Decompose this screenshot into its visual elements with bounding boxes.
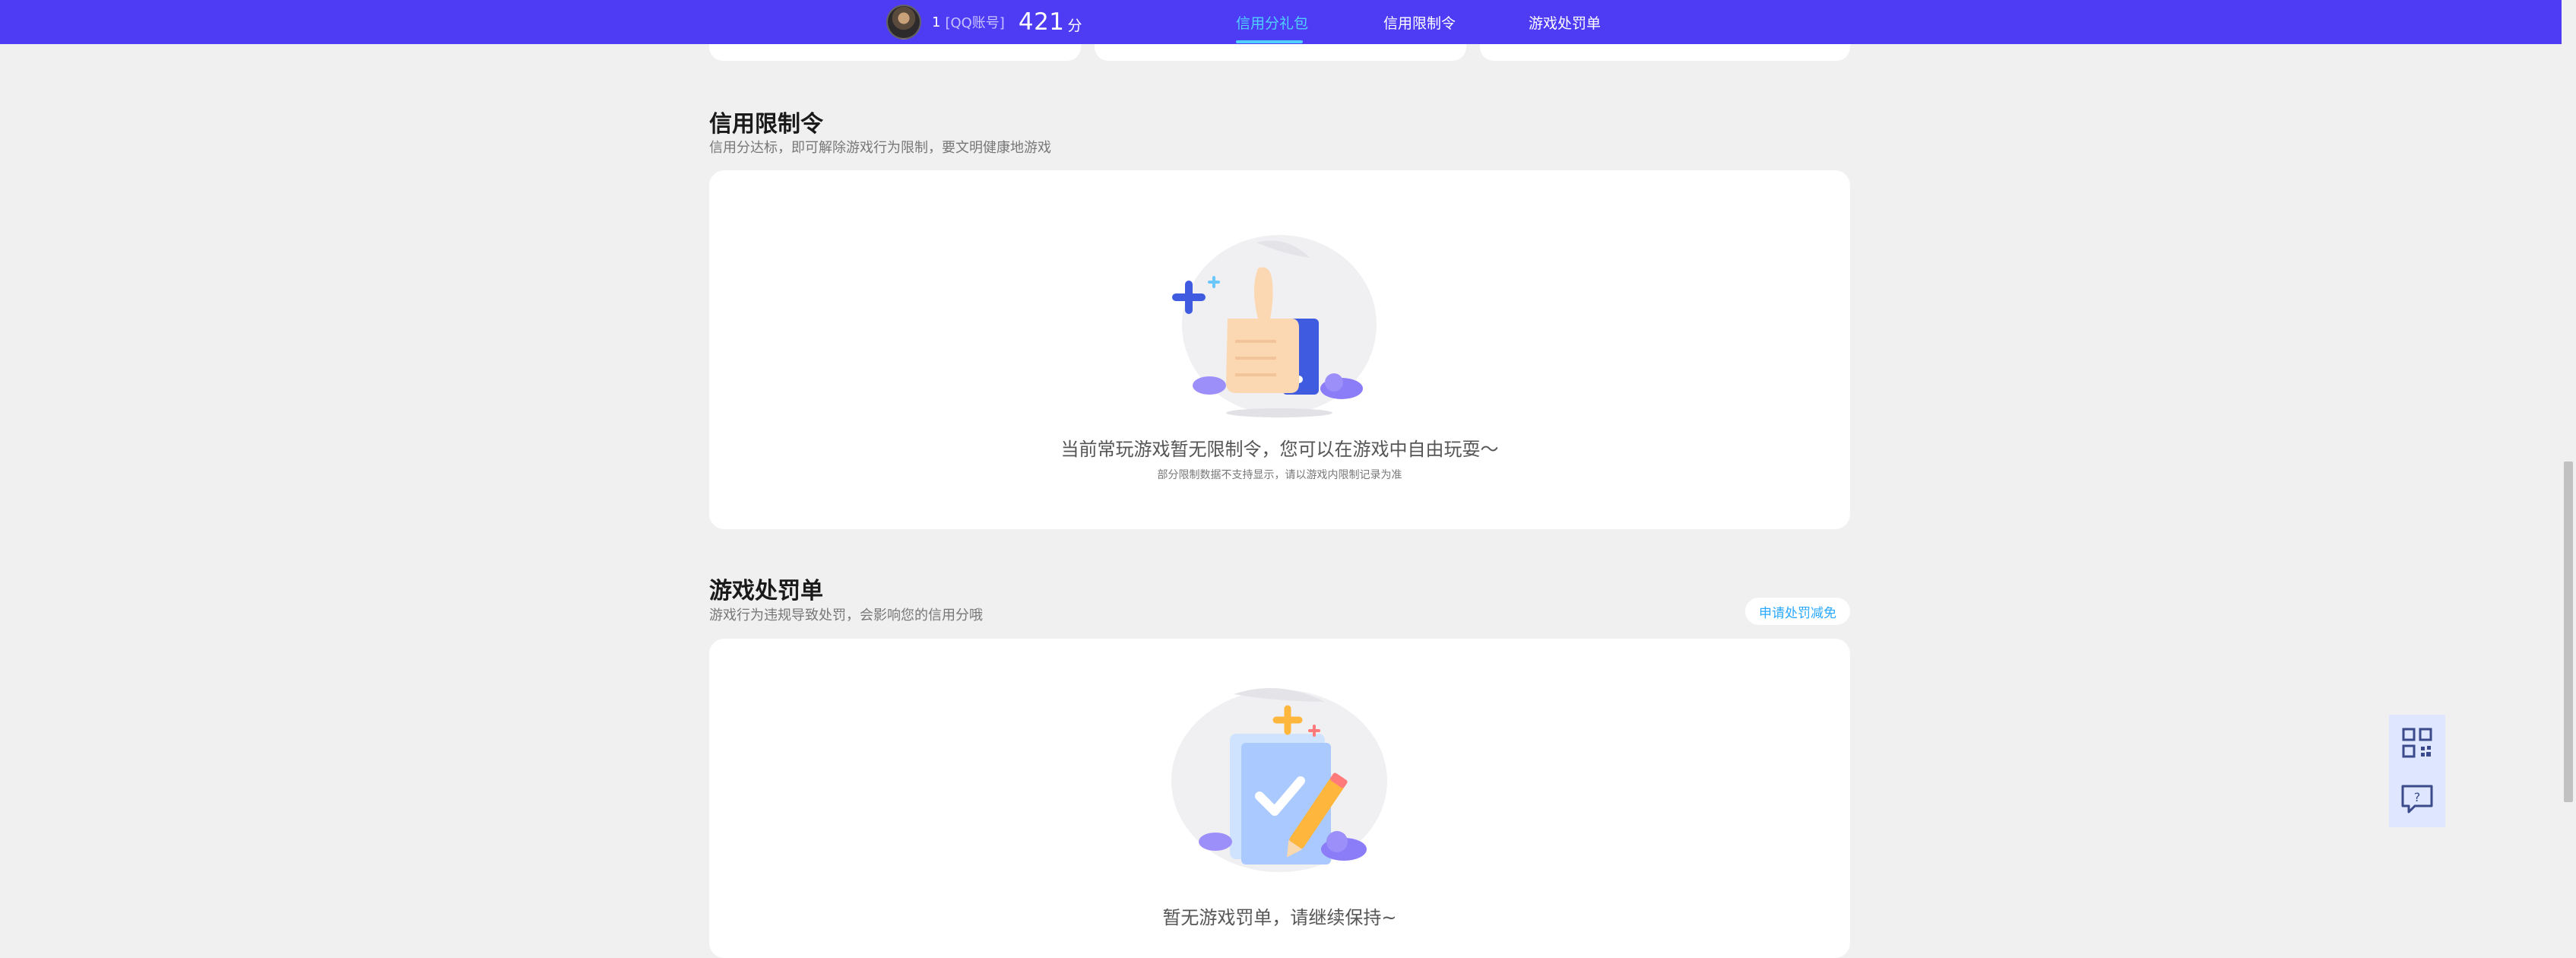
top-nav-bar: 1 [QQ账号] 421 分 信用分礼包 信用限制令 游戏处罚单 [0,0,2562,44]
avatar[interactable] [886,5,921,40]
restriction-title: 信用限制令 [709,111,823,138]
credit-score-unit: 分 [1067,17,1082,34]
restriction-panel: 当前常玩游戏暂无限制令，您可以在游戏中自由玩耍～ 部分限制数据不支持显示，请以游… [709,170,1850,529]
scrollbar-thumb[interactable] [2564,462,2573,802]
qr-code-icon [2402,728,2432,758]
user-info: 1 [QQ账号] 421 分 [886,4,1082,40]
thumbs-up-illustration [1172,235,1377,417]
qr-code-button[interactable] [2389,715,2445,771]
tab-credit-gift[interactable]: 信用分礼包 [1236,12,1308,33]
tab-credit-restriction[interactable]: 信用限制令 [1383,12,1456,33]
restriction-empty-message: 当前常玩游戏暂无限制令，您可以在游戏中自由玩耍～ [1060,439,1499,460]
user-id: 1 [932,14,941,30]
penalty-desc: 游戏行为违规导致处罚，会影响您的信用分哦 [709,607,983,623]
restriction-empty-note: 部分限制数据不支持显示，请以游戏内限制记录为准 [1157,469,1402,481]
credit-score: 421 [1018,8,1065,36]
gift-card-3[interactable] [1480,44,1850,61]
apply-penalty-reduction-button[interactable]: 申请处罚减免 [1745,598,1850,625]
penalty-empty-message: 暂无游戏罚单，请继续保持~ [1162,907,1397,928]
tab-game-penalty[interactable]: 游戏处罚单 [1529,12,1601,33]
active-tab-indicator [1236,40,1303,43]
svg-text:?: ? [2414,790,2421,804]
account-tag: [QQ账号] [945,15,1005,31]
restriction-desc: 信用分达标，即可解除游戏行为限制，要文明健康地游戏 [709,140,1051,156]
penalty-title: 游戏处罚单 [709,578,823,604]
help-button[interactable]: ? [2389,771,2445,827]
gift-card-1[interactable] [709,44,1081,61]
clipboard-check-illustration [1171,688,1387,872]
help-chat-icon: ? [2401,785,2433,814]
gift-card-2[interactable] [1095,44,1466,61]
penalty-panel: 暂无游戏罚单，请继续保持~ [709,639,1850,958]
